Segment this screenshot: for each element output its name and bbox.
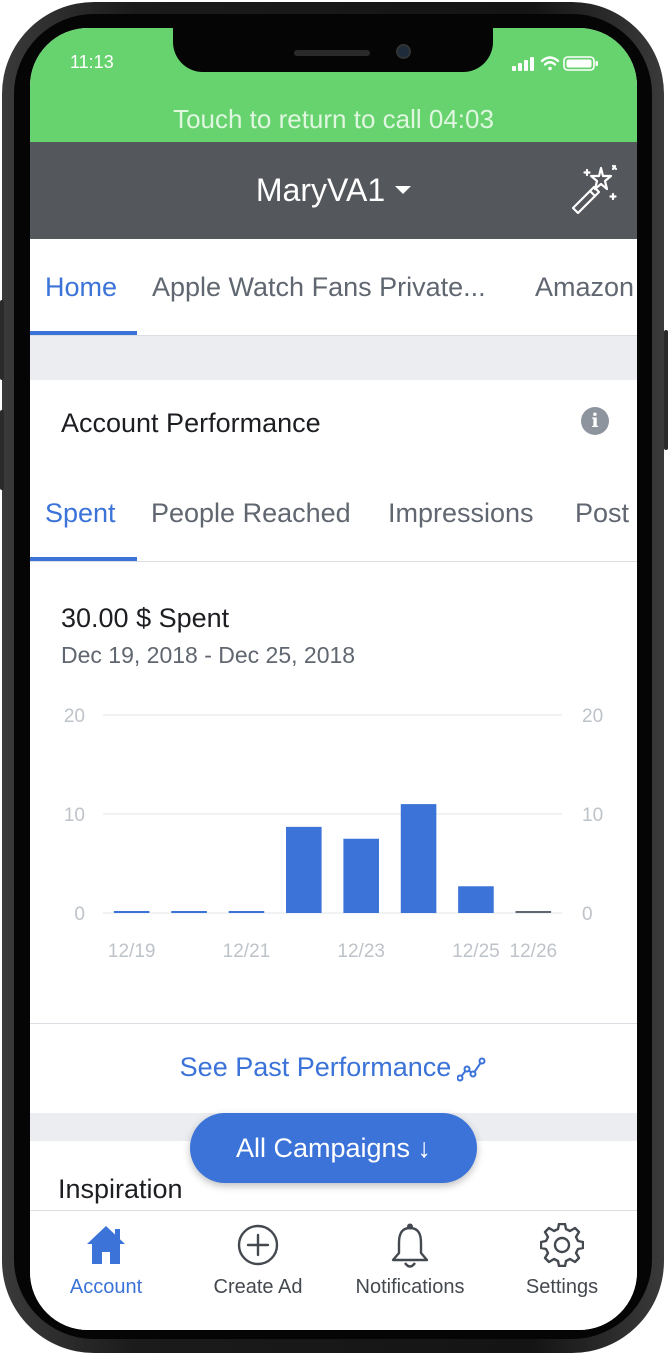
battery-icon [563,56,598,71]
nav-account-label: Account [69,1276,143,1298]
bar-12-20 [171,911,207,913]
bar-12-19 [113,911,150,913]
y-tick-left-10: 10 [64,805,85,826]
nav-notifications-label: Notifications [355,1276,465,1298]
bar-12-23 [343,838,379,913]
volume-down-button [0,410,4,490]
bar-12-24 [400,804,437,913]
metric-tabs: Spent People Reached Impressions Post [30,465,637,562]
caret-down-icon [395,185,412,194]
nav-account[interactable]: Account [30,1211,182,1311]
section-separator [30,336,637,380]
bar-12-21 [228,911,265,913]
front-camera [396,44,411,59]
tab-post[interactable]: Post [575,498,629,529]
bell-icon [391,1223,429,1268]
x-tick-12-21: 12/21 [223,941,271,962]
nav-create-ad-label: Create Ad [213,1276,303,1298]
active-tab-indicator [30,331,137,335]
active-metric-indicator [30,557,137,561]
inspiration-title: Inspiration [58,1174,183,1204]
tab-amazon[interactable]: Amazon [535,272,634,303]
app-header: MaryVA1 [30,142,637,239]
bottom-nav: Account Create Ad Notifications Settings [30,1210,637,1330]
signal-icon [512,57,534,71]
y-tick-right-10: 10 [582,805,603,826]
y-tick-left-0: 0 [74,904,85,925]
all-campaigns-button[interactable]: All Campaigns ↓ [190,1113,477,1183]
earpiece-speaker [294,50,370,56]
account-performance-header: Account Performance i [30,380,637,466]
account-name: MaryVA1 [255,172,386,208]
tab-home[interactable]: Home [45,272,117,303]
wifi-icon [540,56,560,71]
bar-12-22 [286,826,322,913]
y-tick-right-0: 0 [582,904,593,925]
x-tick-12-25: 12/25 [452,941,500,962]
see-past-performance-label: See Past Performance [179,1052,452,1082]
spent-summary: 30.00 $ Spent [61,603,230,633]
x-tick-12-26: 12/26 [510,941,558,962]
bar-12-26 [515,911,552,913]
trend-chart-icon [456,1057,486,1082]
magic-wand-icon[interactable] [568,164,618,221]
tab-spent[interactable]: Spent [45,498,116,529]
call-return-text: Touch to return to call 04:03 [173,104,494,134]
divider [30,1023,637,1024]
date-range: Dec 19, 2018 - Dec 25, 2018 [61,642,356,668]
nav-create-ad[interactable]: Create Ad [182,1211,334,1311]
page-tabs: Home Apple Watch Fans Private... Amazon [30,239,637,336]
account-performance-title: Account Performance [61,408,321,438]
x-tick-12-23: 12/23 [337,941,385,962]
tab-people-reached[interactable]: People Reached [151,498,351,529]
status-icons [512,55,602,76]
status-time: 11:13 [70,52,114,72]
volume-up-button [0,300,4,380]
nav-settings[interactable]: Settings [486,1211,637,1311]
screen: 11:13 Touch to return to call 04:03 Mary… [30,28,637,1330]
tab-impressions[interactable]: Impressions [388,498,534,529]
bar-12-25 [458,886,494,913]
y-tick-left-20: 20 [64,706,85,727]
plus-circle-icon [237,1224,279,1266]
account-switcher[interactable]: MaryVA1 [30,172,637,209]
see-past-performance-link[interactable]: See Past Performance [30,1052,637,1083]
x-tick-12-19: 12/19 [108,941,156,962]
power-button [664,330,668,450]
y-tick-right-20: 20 [582,706,603,727]
info-icon[interactable]: i [581,407,609,435]
home-icon [87,1226,125,1264]
tab-apple-watch-fans[interactable]: Apple Watch Fans Private... [152,272,486,303]
gear-icon [540,1223,584,1267]
spent-bar-chart: 0 0 10 10 20 20 12/19 12/21 12/23 12/25 12/26 [64,706,603,962]
nav-settings-label: Settings [525,1276,599,1298]
nav-notifications[interactable]: Notifications [334,1211,486,1311]
